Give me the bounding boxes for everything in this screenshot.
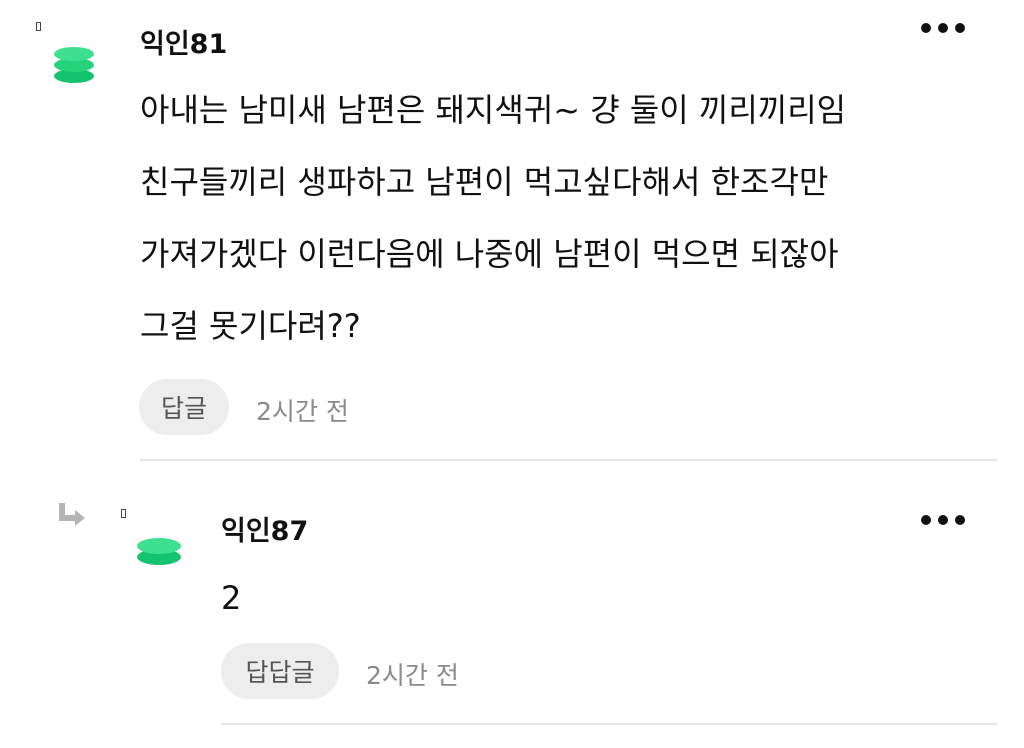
comment-line: 친구들끼리 생파하고 남편이 먹고싶다해서 한조각만: [140, 163, 829, 201]
green-stack-avatar-icon: [137, 538, 181, 565]
indicator-mark: [36, 22, 41, 31]
reply-to-reply-button[interactable]: 답답글: [221, 643, 339, 699]
more-dot: [938, 515, 948, 525]
comment-line: 그걸 못기다려??: [140, 307, 361, 345]
avatar[interactable]: [135, 536, 183, 565]
more-dot: [955, 23, 965, 33]
reply-body: 2: [221, 579, 242, 617]
reply-author[interactable]: 익인87: [221, 509, 308, 548]
reply-time: 2시간 전: [366, 661, 459, 690]
reply-button[interactable]: 답글: [139, 379, 229, 435]
avatar[interactable]: [52, 45, 96, 85]
reply-arrow-icon: [58, 500, 88, 530]
comment-body: 아내는 남미새 남편은 돼지색귀~ 걍 둘이 끼리끼리임 친구들끼리 생파하고 …: [140, 74, 846, 362]
comment-author[interactable]: 익인81: [140, 22, 227, 61]
divider: [221, 723, 997, 725]
indicator-mark: [121, 509, 126, 518]
divider: [140, 459, 997, 461]
more-dots-icon: [921, 23, 931, 33]
more-options-button[interactable]: [921, 18, 965, 38]
more-dot: [938, 23, 948, 33]
more-dots-icon: [921, 515, 931, 525]
green-stack-avatar-icon: [54, 47, 94, 83]
comment-time: 2시간 전: [256, 397, 349, 426]
comment-line: 가져가겠다 이런다음에 나중에 남편이 먹으면 되잖아: [140, 235, 839, 273]
more-options-button[interactable]: [921, 510, 965, 530]
more-dot: [955, 515, 965, 525]
comment-line: 아내는 남미새 남편은 돼지색귀~ 걍 둘이 끼리끼리임: [140, 91, 847, 129]
